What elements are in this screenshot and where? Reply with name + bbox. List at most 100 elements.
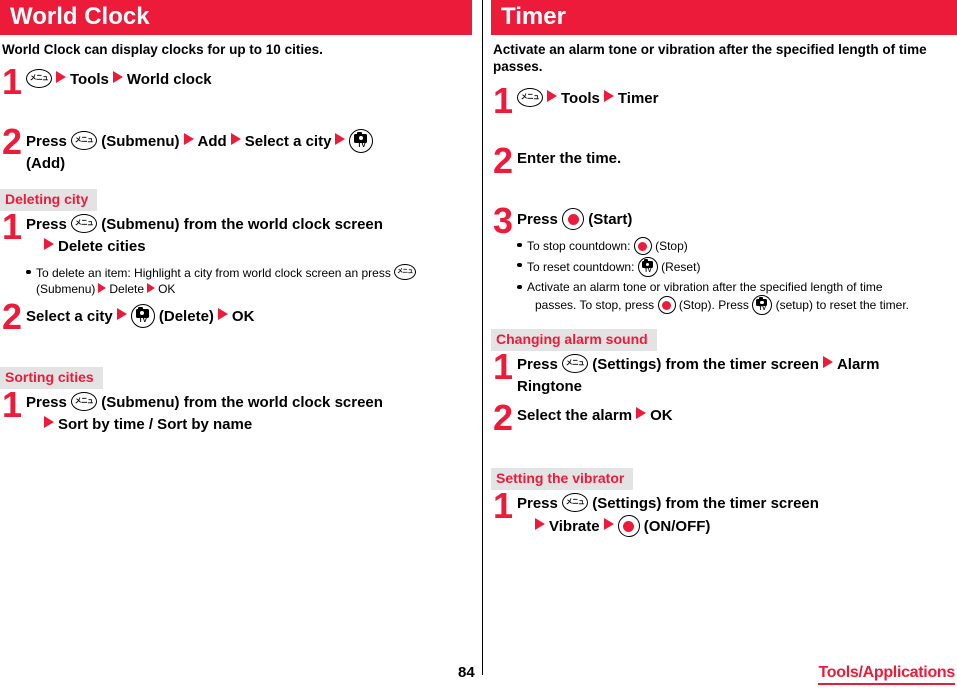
press-label: Press [26,394,67,411]
note-long-2c: (setup) to reset the timer. [775,298,909,312]
menu-key-label: メニュー [74,135,94,144]
step-number: 1 [493,80,513,121]
menu-key-label: メニュー [520,92,540,101]
delete-paren-label: (Delete) [158,308,214,325]
note-prefix: To reset countdown: [527,260,635,274]
submenu-label: (Submenu) [101,133,180,150]
menu-key-label: メニュー [74,396,94,405]
step-timer-2: 2 Enter the time. [491,143,957,181]
step-text: Select a city TV (Delete) OK [26,303,472,328]
step-number: 2 [2,296,22,337]
step-text: メニュー Tools Timer [517,87,957,110]
menu-path-timer: Timer [617,90,659,107]
select-alarm-label: Select the alarm [517,407,633,424]
arrow-icon [217,308,228,320]
intro-text-world-clock: World Clock can display clocks for up to… [2,42,323,57]
ringtone-label: Ringtone [517,378,582,395]
start-paren-label: (Start) [588,211,633,228]
press-label: Press [26,133,67,150]
note-delete-item: To delete an item: Highlight a city from… [26,264,472,297]
center-select-key-icon [617,515,640,537]
arrow-icon [603,90,614,102]
step-number: 1 [2,206,22,247]
note-prefix: To stop countdown: [527,239,631,253]
arrow-icon [116,308,127,320]
step-number: 3 [493,200,513,241]
note-long-line-1: Activate an alarm tone or vibration afte… [527,280,883,294]
page-title-timer: Timer [491,0,957,35]
menu-key-icon: メニュー [71,392,98,411]
step-timer-1: 1 メニュー Tools Timer [491,83,957,121]
footer-chapter-label: Tools/Applications [818,664,955,685]
arrow-icon [183,133,194,145]
arrow-icon [636,407,647,419]
arrow-icon [44,238,54,250]
camera-lens [760,300,764,305]
center-select-key-icon [562,208,585,230]
arrow-icon [822,356,833,368]
submenu-source-label: (Submenu) from the world clock screen [101,216,383,233]
menu-key-icon: メニュー [71,131,98,150]
step-vibrator-1: 1 Press メニュー (Settings) from the timer s… [491,488,957,538]
select-city-label: Select a city [26,308,113,325]
ok-label: OK [231,308,255,325]
delete-cities-line: Delete cities [26,236,472,258]
camera-tv-label: TV [357,142,366,149]
arrow-icon [56,71,66,83]
press-label: Press [517,211,558,228]
step-number: 1 [493,485,513,526]
page-title-world-clock: World Clock [0,0,472,35]
center-key-dot [638,241,648,251]
center-key-dot [623,520,635,532]
note-delete-label: Delete [109,282,145,296]
add-label: Add [197,133,227,150]
note-alarm-detail: Activate an alarm tone or vibration afte… [517,279,957,315]
step-text: Press メニュー (Submenu) Add Select a city TV (… [26,128,472,175]
step-text: Press (Start) [517,207,957,231]
note-suffix: (Reset) [661,260,701,274]
settings-source-label: (Settings) from the timer screen [592,495,819,512]
bullet-icon [26,269,31,274]
center-select-key-icon [633,237,652,255]
arrow-icon [230,133,241,145]
center-key-dot [567,213,579,225]
arrow-icon [335,133,346,145]
menu-path-tools: Tools [561,90,600,107]
submenu-source-label: (Submenu) from the world clock screen [101,394,383,411]
center-key-dot [662,300,672,310]
menu-key-icon: メニュー [562,493,589,512]
menu-key-label: メニュー [565,497,585,506]
step-number: 2 [2,121,22,162]
step-number: 1 [493,346,513,387]
bullet-icon [517,284,522,289]
arrow-icon [547,90,557,102]
note-ok-label: OK [158,282,176,296]
onoff-label: (ON/OFF) [643,518,711,535]
menu-key-label: メニュー [74,218,94,227]
alarm-label: Alarm [836,356,880,373]
menu-path-tools: Tools [70,71,109,88]
step-number: 2 [493,140,513,181]
vibrate-label: Vibrate [549,518,600,535]
step-delete-1: 1 Press メニュー (Submenu) from the world cl… [0,209,472,297]
menu-key-icon: メニュー [26,69,52,88]
step-wc-2: 2 Press メニュー (Submenu) Add Select a city TV… [0,124,472,175]
note-long-2a: passes. To stop, press [535,298,655,312]
press-label: Press [26,216,67,233]
section-heading-setting-the-vibrator: Setting the vibrator [491,468,634,490]
arrow-icon [147,283,156,293]
camera-tv-key-icon: TV [349,129,374,153]
manual-page: World Clock World Clock can display cloc… [0,0,957,688]
section-heading-changing-alarm-sound: Changing alarm sound [491,329,657,351]
left-column: World Clock World Clock can display cloc… [0,0,472,436]
menu-path-world-clock: World clock [126,71,212,88]
step-number: 1 [2,61,22,102]
intro-text-timer: Activate an alarm tone or vibration afte… [493,42,927,74]
camera-tv-label: TV [138,317,148,324]
step-text: Press メニュー (Settings) from the timer scr… [517,492,957,538]
camera-tv-key-icon: TV [130,304,155,328]
note-stop-countdown: To stop countdown: (Stop) [517,237,957,255]
step-sort-1: 1 Press メニュー (Submenu) from the world cl… [0,387,472,436]
sort-options-line: Sort by time / Sort by name [26,414,472,436]
sort-options-label: Sort by time / Sort by name [58,416,253,433]
